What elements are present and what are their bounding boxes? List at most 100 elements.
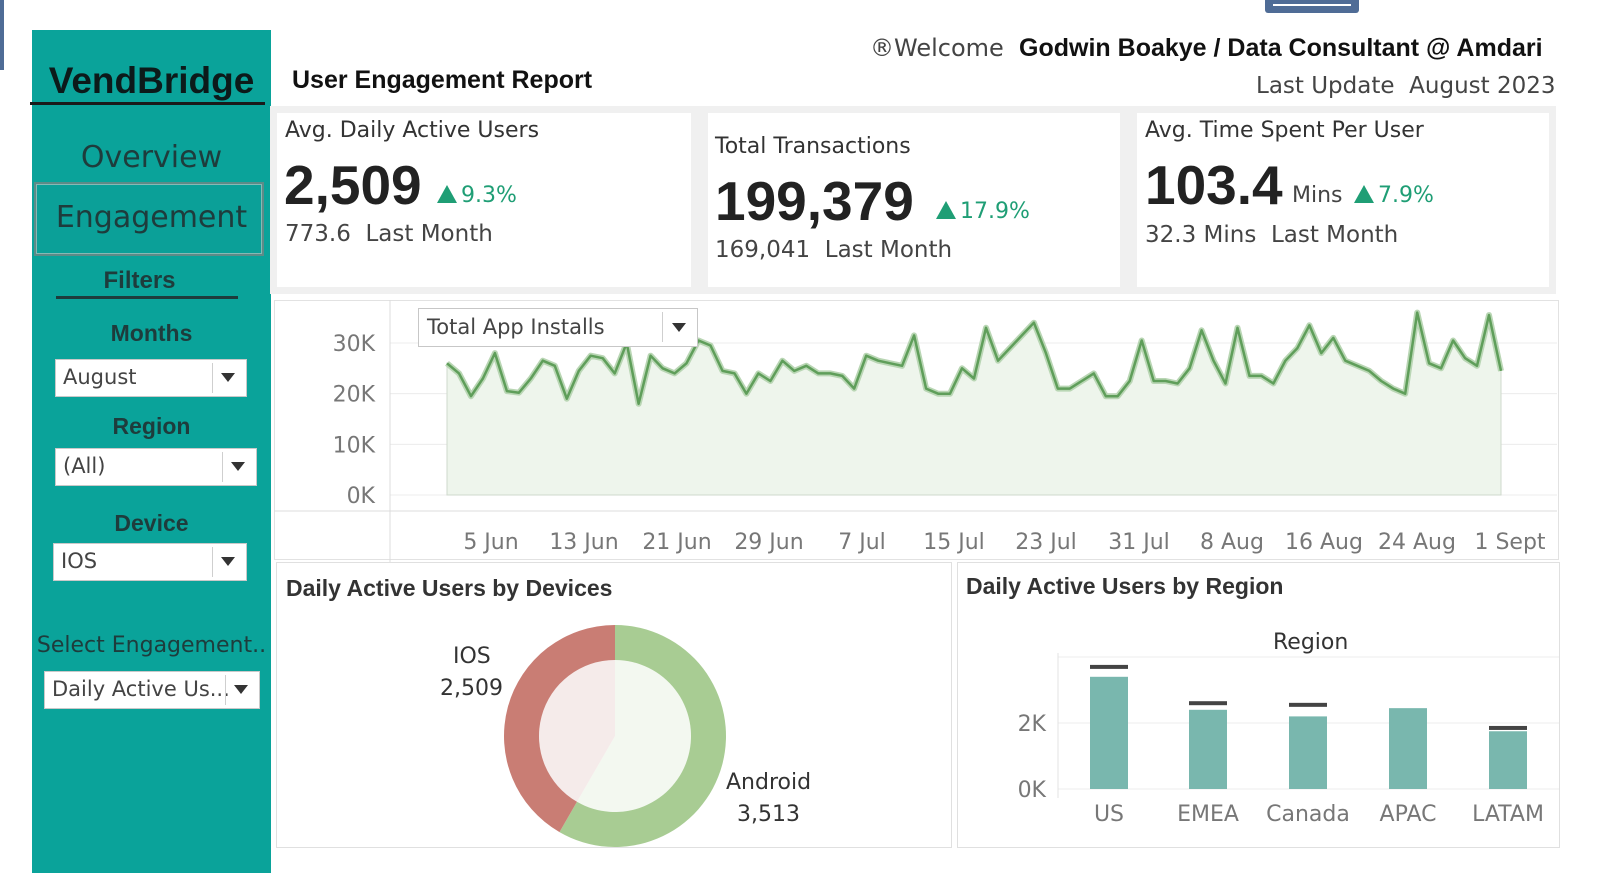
kpi-card-time-spent[interactable]: Avg. Time Spent Per User 103.4 Mins 7.9%… [1137, 113, 1549, 287]
kpi-delta: 7.9% [1354, 183, 1434, 208]
kpi-delta: 9.3% [437, 183, 517, 208]
y-tick-label: 10K [333, 433, 376, 458]
region-select[interactable]: (All) [55, 448, 257, 486]
x-tick-label: 1 Sept [1474, 530, 1545, 555]
region-label: Region [112, 413, 191, 439]
last-update-label: Last Update [1256, 73, 1395, 99]
y-tick-label: 2K [1018, 712, 1047, 737]
y-tick-label: 0K [347, 484, 376, 509]
kpi-card-transactions[interactable]: Total Transactions 199,379 17.9% 169,041… [708, 113, 1120, 287]
device-label: Device [114, 510, 189, 536]
bar-apac [1389, 708, 1427, 789]
engagement-select-separator [225, 675, 226, 705]
engagement-select-value: Daily Active Us... [52, 677, 230, 701]
x-tick-label: LATAM [1472, 802, 1544, 827]
metric-dropdown-value: Total App Installs [427, 315, 605, 339]
welcome-user: Godwin Boakye / Data Consultant @ Amdari [1019, 34, 1543, 62]
sidebar: VendBridge Overview Engagement Filters M… [30, 30, 271, 873]
kpi-delta-value: 9.3% [461, 183, 517, 208]
brand-underline [30, 102, 265, 105]
engagement-select-label: Select Engagement.. [36, 633, 267, 658]
devices-donut [504, 625, 726, 847]
chevron-down-icon [231, 462, 245, 471]
android-label: Android [726, 770, 812, 795]
filters-heading: Filters [103, 267, 176, 294]
x-tick-label: 31 Jul [1108, 530, 1170, 555]
left-edge-marker [0, 0, 4, 70]
kpi-prev-label: Last Month [1270, 222, 1399, 248]
engagement-select[interactable]: Daily Active Us... [44, 671, 260, 709]
y-tick-label: 20K [333, 383, 376, 408]
x-tick-label: 15 Jul [923, 530, 985, 555]
devices-panel: Daily Active Users by Devices IOS 2,509 … [276, 562, 952, 848]
page-title: User Engagement Report [292, 66, 593, 94]
kpi-prev-label: Last Month [824, 237, 953, 263]
chevron-down-icon [234, 685, 248, 694]
x-tick-label: 23 Jul [1015, 530, 1077, 555]
kpi-prev-label: Last Month [365, 221, 493, 247]
android-value: 3,513 [737, 802, 800, 827]
kpi-label: Avg. Daily Active Users [285, 118, 540, 143]
x-tick-label: Canada [1266, 802, 1350, 827]
x-tick-label: US [1094, 802, 1124, 827]
brand-logo: VendBridge [48, 60, 255, 101]
x-tick-label: 29 Jun [734, 530, 803, 555]
device-select-value: IOS [61, 549, 98, 573]
ios-label: IOS [453, 644, 491, 669]
x-tick-label: 24 Aug [1378, 530, 1456, 555]
months-select-value: August [63, 365, 137, 389]
nav-overview[interactable]: Overview [32, 140, 271, 175]
months-label: Months [110, 320, 193, 346]
kpi-unit: Mins [1292, 183, 1343, 208]
chevron-down-icon [221, 373, 235, 382]
months-select-separator [212, 363, 213, 393]
up-triangle-icon [1354, 185, 1374, 203]
last-update-value: August 2023 [1409, 73, 1556, 99]
bar-us [1090, 676, 1128, 789]
metric-dropdown-separator [662, 312, 663, 342]
kpi-prev-value: 773.6 [285, 221, 351, 247]
kpi-delta: 17.9% [936, 199, 1030, 224]
reference-mark [1489, 725, 1527, 730]
x-tick-label: 7 Jul [838, 530, 886, 555]
device-select[interactable]: IOS [53, 543, 247, 581]
x-tick-label: 21 Jun [642, 530, 711, 555]
kpi-label: Total Transactions [715, 134, 911, 159]
device-select-separator [212, 547, 213, 577]
nav-engagement[interactable]: Engagement [32, 200, 271, 235]
last-update: Last Update August 2023 [1256, 73, 1556, 99]
x-tick-label: EMEA [1177, 802, 1239, 827]
chevron-down-icon [672, 323, 686, 332]
chevron-down-icon [221, 557, 235, 566]
window-menu-button[interactable] [1265, 0, 1359, 13]
welcome-text: ®Welcome Godwin Boakye / Data Consultant… [870, 34, 1543, 63]
metric-dropdown[interactable]: Total App Installs [418, 308, 698, 347]
kpi-previous: 169,041 Last Month [715, 237, 952, 263]
kpi-value: 2,509 [284, 154, 422, 216]
x-tick-label: 13 Jun [549, 530, 618, 555]
region-panel: Daily Active Users by Region Region 0K 2K… [957, 562, 1560, 848]
reference-mark [1090, 664, 1128, 669]
reference-mark [1289, 702, 1327, 707]
x-tick-label: 8 Aug [1200, 530, 1264, 555]
region-select-value: (All) [63, 454, 106, 478]
months-select[interactable]: August [55, 359, 247, 397]
up-triangle-icon [437, 185, 457, 203]
region-select-separator [222, 452, 223, 482]
bar-canada [1289, 716, 1327, 789]
filters-underline [56, 296, 238, 299]
kpi-value: 103.4 [1145, 154, 1283, 216]
ios-value: 2,509 [440, 676, 503, 701]
bar-emea [1189, 709, 1227, 789]
x-tick-label: APAC [1380, 802, 1437, 827]
kpi-value: 199,379 [715, 170, 914, 232]
reference-mark [1189, 701, 1227, 706]
kpi-prev-value: 32.3 Mins [1145, 222, 1257, 248]
up-triangle-icon [936, 201, 956, 219]
kpi-prev-value: 169,041 [715, 237, 811, 263]
welcome-prefix: ®Welcome [870, 34, 1004, 62]
x-tick-label: 5 Jun [463, 530, 518, 555]
kpi-card-active-users[interactable]: Avg. Daily Active Users 2,509 9.3% 773.6… [277, 113, 691, 287]
x-tick-label: 16 Aug [1285, 530, 1363, 555]
kpi-delta-value: 17.9% [960, 199, 1030, 224]
